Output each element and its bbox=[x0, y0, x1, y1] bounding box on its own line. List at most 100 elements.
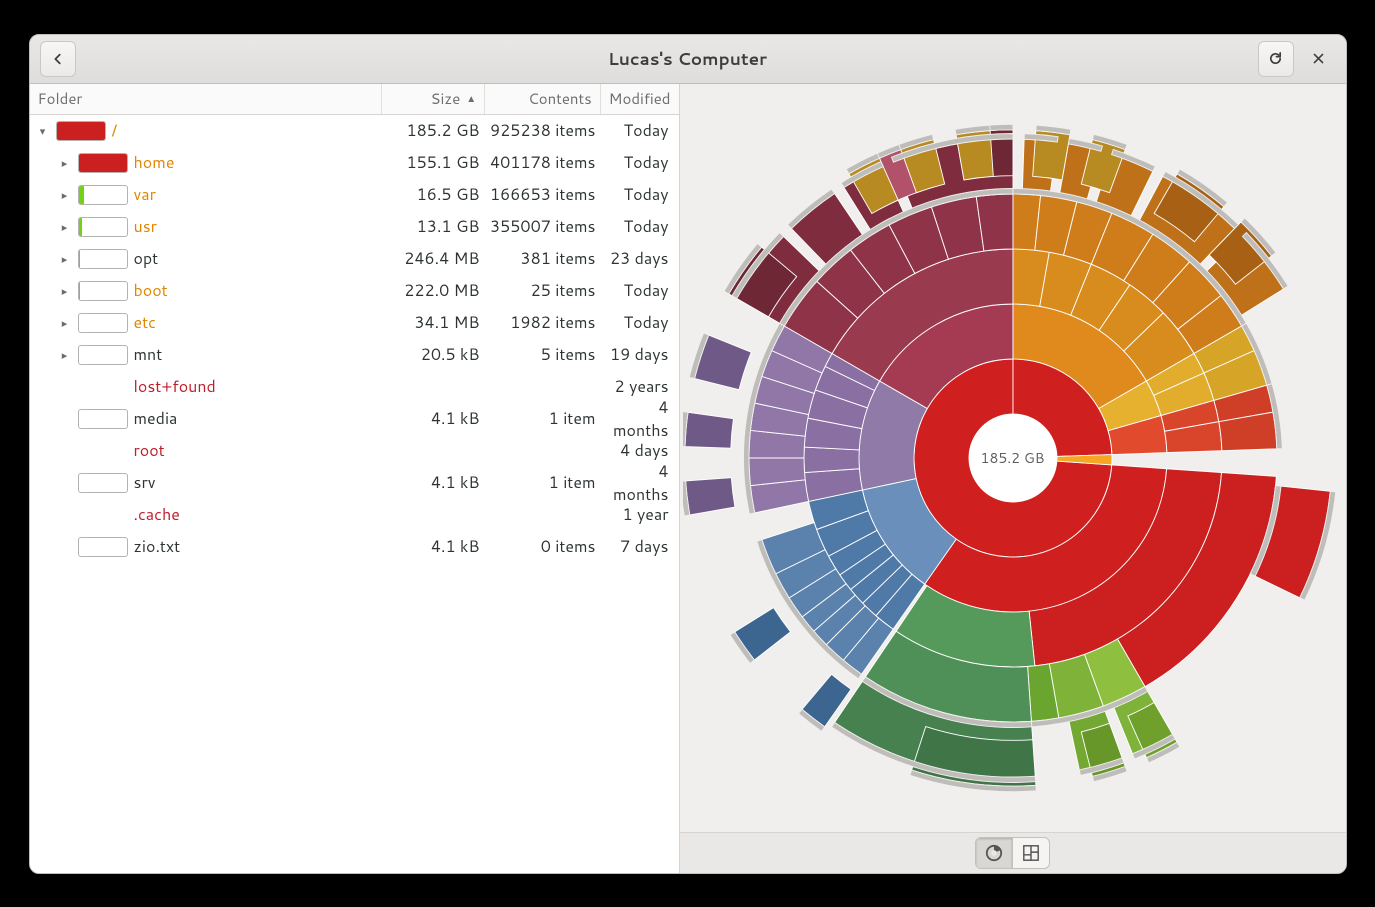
cell-modified: Today bbox=[604, 151, 679, 174]
cell-modified: 4 months bbox=[604, 396, 679, 442]
size-bar bbox=[78, 281, 128, 301]
folder-name: usr bbox=[134, 215, 157, 238]
table-row[interactable]: ▸etc34.1 MB1982 itemsToday bbox=[30, 307, 679, 339]
close-icon bbox=[1312, 52, 1325, 65]
folder-name: var bbox=[134, 183, 156, 206]
cell-size: 185.2 GB bbox=[384, 119, 488, 142]
folder-name: root bbox=[134, 439, 165, 462]
cell-size: 34.1 MB bbox=[384, 311, 488, 334]
table-row[interactable]: root4 days bbox=[30, 435, 679, 467]
table-row[interactable]: ▸ opt 246.4 MB381 items23 days bbox=[30, 243, 679, 275]
column-contents-label: Contents bbox=[528, 88, 592, 109]
cell-size: 246.4 MB bbox=[384, 247, 488, 270]
cell-contents: 1 item bbox=[488, 471, 604, 494]
content-pane: Folder Size ▲ Contents Modified ▾ / 185.2 … bbox=[30, 84, 1346, 873]
folder-name: .cache bbox=[134, 503, 180, 526]
expander-icon[interactable]: ▾ bbox=[36, 123, 50, 139]
cell-contents: 355007 items bbox=[488, 215, 604, 238]
size-bar bbox=[78, 537, 128, 557]
size-bar bbox=[78, 313, 128, 333]
cell-modified: 1 year bbox=[604, 503, 679, 526]
cell-size: 155.1 GB bbox=[384, 151, 488, 174]
cell-size: 16.5 GB bbox=[384, 183, 488, 206]
cell-contents: 401178 items bbox=[488, 151, 604, 174]
cell-size: 4.1 kB bbox=[384, 471, 488, 494]
header-bar: Lucas's Computer bbox=[30, 35, 1346, 84]
chart-toolbar bbox=[680, 832, 1346, 873]
folder-name: zio.txt bbox=[134, 535, 181, 558]
refresh-icon bbox=[1268, 51, 1283, 66]
folder-tree-panel: Folder Size ▲ Contents Modified ▾ / 185.2 … bbox=[30, 84, 679, 873]
table-row[interactable]: .cache 1 year bbox=[30, 499, 679, 531]
folder-tree[interactable]: ▾/185.2 GB925238 itemsToday▸home155.1 GB… bbox=[30, 115, 679, 873]
rescan-button[interactable] bbox=[1258, 41, 1294, 77]
table-row[interactable]: ▸ boot 222.0 MB25 itemsToday bbox=[30, 275, 679, 307]
cell-modified: Today bbox=[604, 279, 679, 302]
column-modified[interactable]: Modified bbox=[601, 84, 679, 114]
rings-view-button[interactable] bbox=[976, 838, 1012, 868]
cell-contents: 925238 items bbox=[488, 119, 604, 142]
column-folder[interactable]: Folder bbox=[30, 84, 382, 114]
column-size[interactable]: Size ▲ bbox=[382, 84, 486, 114]
cell-modified: 7 days bbox=[604, 535, 679, 558]
expander-icon[interactable]: ▸ bbox=[58, 283, 72, 299]
column-modified-label: Modified bbox=[609, 88, 671, 109]
size-bar bbox=[78, 217, 128, 237]
treemap-icon bbox=[1022, 844, 1040, 862]
cell-modified: 23 days bbox=[604, 247, 679, 270]
expander-icon[interactable]: ▸ bbox=[58, 251, 72, 267]
rings-icon bbox=[985, 844, 1003, 862]
column-folder-label: Folder bbox=[38, 88, 83, 109]
cell-modified: Today bbox=[604, 215, 679, 238]
cell-modified: Today bbox=[604, 311, 679, 334]
size-bar bbox=[78, 473, 128, 493]
size-bar bbox=[78, 185, 128, 205]
column-headers: Folder Size ▲ Contents Modified bbox=[30, 84, 679, 115]
folder-name: srv bbox=[134, 471, 156, 494]
folder-name: mnt bbox=[134, 343, 163, 366]
treemap-view-button[interactable] bbox=[1012, 838, 1049, 868]
cell-size: 4.1 kB bbox=[384, 407, 488, 430]
cell-modified: 19 days bbox=[604, 343, 679, 366]
cell-size: 20.5 kB bbox=[384, 343, 488, 366]
table-row[interactable]: ▸home155.1 GB401178 itemsToday bbox=[30, 147, 679, 179]
table-row[interactable]: zio.txt4.1 kB0 items7 days bbox=[30, 531, 679, 563]
column-contents[interactable]: Contents bbox=[485, 84, 600, 114]
cell-size: 13.1 GB bbox=[384, 215, 488, 238]
cell-size: 4.1 kB bbox=[384, 535, 488, 558]
table-row[interactable]: media4.1 kB1 item4 months bbox=[30, 403, 679, 435]
size-bar bbox=[78, 249, 128, 269]
back-button[interactable] bbox=[40, 41, 76, 77]
expander-icon[interactable]: ▸ bbox=[58, 219, 72, 235]
table-row[interactable]: ▸ usr 13.1 GB355007 itemsToday bbox=[30, 211, 679, 243]
cell-contents: 1 item bbox=[488, 407, 604, 430]
cell-contents: 381 items bbox=[488, 247, 604, 270]
close-button[interactable] bbox=[1302, 42, 1336, 76]
ring-chart[interactable]: 185.2 GB bbox=[680, 84, 1346, 832]
table-row[interactable]: ▾ / 185.2 GB925238 itemsToday bbox=[30, 115, 679, 147]
table-row[interactable]: srv4.1 kB1 item4 months bbox=[30, 467, 679, 499]
folder-name: etc bbox=[134, 311, 156, 334]
expander-icon[interactable]: ▸ bbox=[58, 155, 72, 171]
expander-icon[interactable]: ▸ bbox=[58, 187, 72, 203]
size-bar bbox=[78, 153, 128, 173]
app-window: Lucas's Computer Folder Size ▲ bbox=[29, 34, 1347, 874]
cell-modified: Today bbox=[604, 119, 679, 142]
column-size-label: Size bbox=[431, 88, 461, 109]
size-bar bbox=[78, 345, 128, 365]
folder-name: opt bbox=[134, 247, 159, 270]
cell-contents: 25 items bbox=[488, 279, 604, 302]
cell-modified: 4 months bbox=[604, 460, 679, 506]
folder-name: / bbox=[112, 119, 118, 142]
chevron-left-icon bbox=[51, 52, 65, 66]
chart-type-toggle bbox=[975, 837, 1050, 869]
expander-icon[interactable]: ▸ bbox=[58, 347, 72, 363]
table-row[interactable]: ▸var16.5 GB166653 itemsToday bbox=[30, 179, 679, 211]
folder-name: boot bbox=[134, 279, 168, 302]
expander-icon[interactable]: ▸ bbox=[58, 315, 72, 331]
cell-size: 222.0 MB bbox=[384, 279, 488, 302]
table-row[interactable]: lost+found2 years bbox=[30, 371, 679, 403]
cell-modified: Today bbox=[604, 183, 679, 206]
table-row[interactable]: ▸mnt20.5 kB5 items19 days bbox=[30, 339, 679, 371]
sort-ascending-icon: ▲ bbox=[466, 92, 476, 106]
